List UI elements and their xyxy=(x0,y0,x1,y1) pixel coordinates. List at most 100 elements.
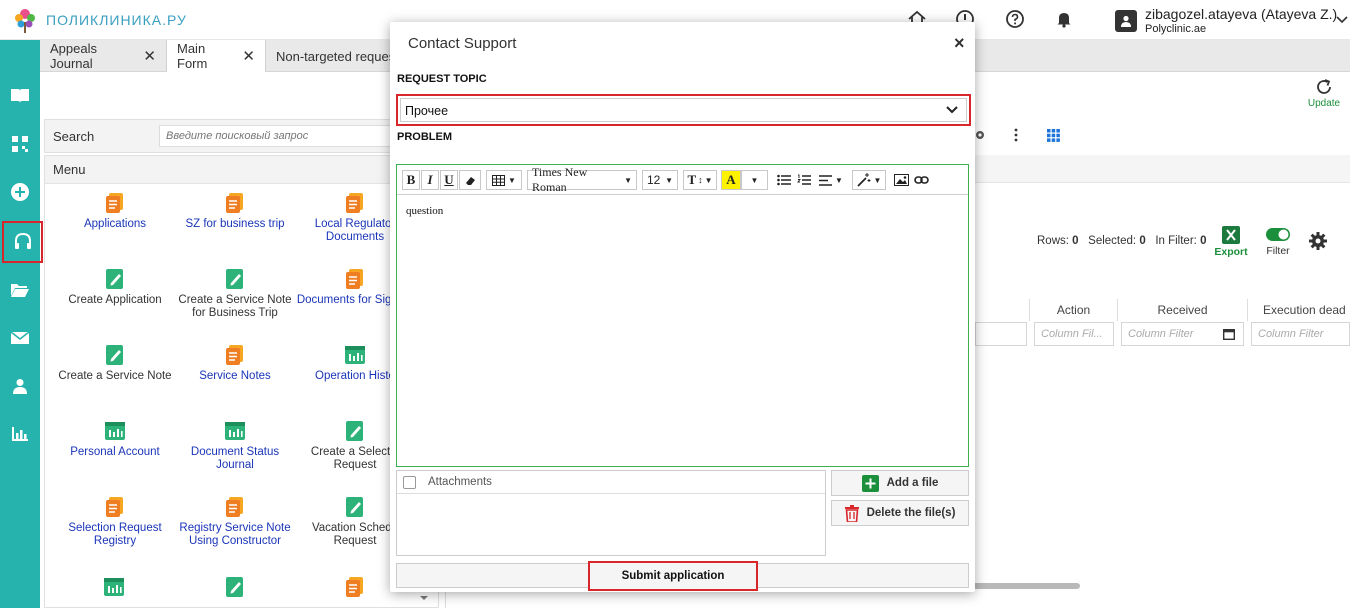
bell-icon[interactable] xyxy=(1054,9,1074,29)
sidebar-item-qr[interactable] xyxy=(0,124,40,164)
report-icon xyxy=(103,576,125,598)
highlight-color-button[interactable]: A xyxy=(721,170,741,190)
chevron-down-icon xyxy=(946,106,958,114)
filter-placeholder: Column Filter xyxy=(1128,328,1194,340)
sidebar-item-profile[interactable] xyxy=(0,366,40,406)
edit-doc-icon xyxy=(104,268,126,290)
export-label: Export xyxy=(1214,246,1248,258)
help-icon[interactable] xyxy=(1005,9,1025,29)
search-input[interactable] xyxy=(159,125,409,147)
gear-icon[interactable] xyxy=(1309,232,1327,250)
sidebar-item-folder[interactable] xyxy=(0,270,40,310)
app-logo[interactable]: ПОЛИКЛИНИКА.РУ xyxy=(10,5,187,35)
insert-image-button[interactable] xyxy=(891,170,911,190)
menu-item-label: Create a Service Note xyxy=(58,370,172,382)
topic-value: Прочее xyxy=(405,104,449,118)
numbered-list-button[interactable] xyxy=(794,170,814,190)
sidebar-item-book[interactable] xyxy=(0,76,40,116)
menu-item[interactable]: Registry Service Note Using Constructor xyxy=(175,496,295,548)
filter-label: Filter xyxy=(1266,245,1290,257)
align-button[interactable]: ▼ xyxy=(815,170,847,190)
caret-down-icon: ▼ xyxy=(624,175,632,185)
column-filter-execution[interactable]: Column Filter xyxy=(1251,322,1350,346)
column-filter-action[interactable]: Column Fil... xyxy=(1034,322,1114,346)
menu-title: Menu xyxy=(45,156,438,184)
menu-item[interactable]: SZ for business trip xyxy=(175,192,295,231)
menu-item-label: Registry Service Note Using Constructor xyxy=(179,522,291,547)
menu-panel: Menu Applications SZ for business trip Loc… xyxy=(44,155,439,608)
bullet-list-button[interactable] xyxy=(774,170,794,190)
tab-appeals-journal[interactable]: Appeals Journal ✕ xyxy=(40,40,167,72)
menu-item[interactable]: Create a Service Note xyxy=(55,344,175,383)
insert-link-button[interactable] xyxy=(911,170,931,190)
bold-button[interactable]: B xyxy=(402,170,420,190)
export-button[interactable]: Export xyxy=(1214,226,1248,258)
menu-item[interactable]: Selection Request Registry xyxy=(55,496,175,548)
menu-item-label: Service Notes xyxy=(199,370,271,382)
text-size-button[interactable]: T ↕ ▼ xyxy=(683,170,717,190)
calendar-icon[interactable] xyxy=(1223,328,1235,340)
underline-button[interactable]: U xyxy=(440,170,458,190)
caret-down-icon: ▼ xyxy=(835,175,843,185)
selected-label: Selected: xyxy=(1088,235,1137,247)
font-size-select[interactable]: 12 ▼ xyxy=(642,170,678,190)
editor-content[interactable]: question xyxy=(397,195,968,227)
column-filter-input[interactable] xyxy=(975,322,1027,346)
filter-toggle[interactable]: Filter xyxy=(1262,228,1294,257)
excel-icon xyxy=(1222,226,1240,244)
delete-files-button[interactable]: Delete the file(s) xyxy=(831,500,969,526)
sidebar-item-reports[interactable] xyxy=(0,414,40,454)
menu-item[interactable]: Service Notes xyxy=(175,344,295,383)
edit-doc-icon xyxy=(224,268,246,290)
menu-item[interactable]: Create a Service Note for Business Trip xyxy=(175,268,295,320)
settings-small-icon[interactable] xyxy=(974,128,986,142)
close-icon[interactable]: × xyxy=(954,33,965,54)
text-size-arrows-icon: ↕ xyxy=(698,175,703,185)
edit-doc-icon xyxy=(104,344,126,366)
text-size-glyph: T xyxy=(687,172,697,187)
column-header-received[interactable]: Received xyxy=(1117,299,1247,321)
sidebar-item-add[interactable] xyxy=(0,172,40,212)
sidebar-item-support[interactable] xyxy=(2,221,43,263)
request-topic-select[interactable]: Прочее xyxy=(396,94,971,126)
scroll-down-icon[interactable] xyxy=(418,592,430,604)
menu-item[interactable]: Personal Account xyxy=(55,420,175,459)
select-all-checkbox[interactable] xyxy=(403,475,416,489)
folder-doc-icon xyxy=(104,496,126,518)
caret-down-icon: ▼ xyxy=(873,175,882,185)
table-button[interactable]: ▼ xyxy=(486,170,522,190)
eraser-button[interactable] xyxy=(459,170,481,190)
close-icon[interactable]: ✕ xyxy=(143,47,156,65)
user-menu[interactable]: zibagozel.atayeva (Atayeva Z.) Polyclini… xyxy=(1115,6,1337,35)
column-header-execution-deadline[interactable]: Execution dead xyxy=(1247,299,1350,321)
horizontal-scrollbar[interactable] xyxy=(972,583,1080,589)
menu-item[interactable]: Applications xyxy=(55,192,175,231)
column-filter-received[interactable]: Column Filter xyxy=(1121,322,1244,346)
highlight-color-dropdown[interactable]: ▼ xyxy=(741,170,768,190)
update-button[interactable]: Update xyxy=(1304,78,1344,109)
more-vertical-icon[interactable] xyxy=(1013,128,1019,142)
grid-view-icon[interactable] xyxy=(1047,129,1060,142)
caret-down-icon: ▼ xyxy=(704,175,713,185)
delete-files-label: Delete the file(s) xyxy=(866,507,956,519)
font-family-select[interactable]: Times New Roman ▼ xyxy=(527,165,637,194)
menu-item-label: Create a Service Note for Business Trip xyxy=(178,294,292,319)
tab-main-form[interactable]: Main Form ✕ xyxy=(167,40,266,72)
close-icon[interactable]: ✕ xyxy=(242,47,255,65)
grid-stats: Rows: 0 Selected: 0 In Filter: 0 xyxy=(1037,235,1206,247)
column-header-action[interactable]: Action xyxy=(1029,299,1117,321)
magic-format-button[interactable]: ▼ xyxy=(852,170,886,190)
menu-item[interactable]: Document Status Journal xyxy=(175,420,295,472)
sidebar-item-mail[interactable] xyxy=(0,318,40,358)
submit-application-button[interactable]: Submit application xyxy=(588,561,758,591)
italic-button[interactable]: I xyxy=(421,170,439,190)
attachments-label: Attachments xyxy=(428,476,492,488)
bar-chart-icon xyxy=(12,427,28,441)
chevron-down-icon[interactable] xyxy=(1336,15,1348,25)
menu-item[interactable]: Create Application xyxy=(55,268,175,307)
person-icon xyxy=(13,379,27,394)
update-label: Update xyxy=(1307,98,1341,109)
add-file-button[interactable]: Add a file xyxy=(831,470,969,496)
tab-non-targeted-requests[interactable]: Non-targeted reques xyxy=(266,40,396,72)
rows-label: Rows: xyxy=(1037,235,1069,247)
